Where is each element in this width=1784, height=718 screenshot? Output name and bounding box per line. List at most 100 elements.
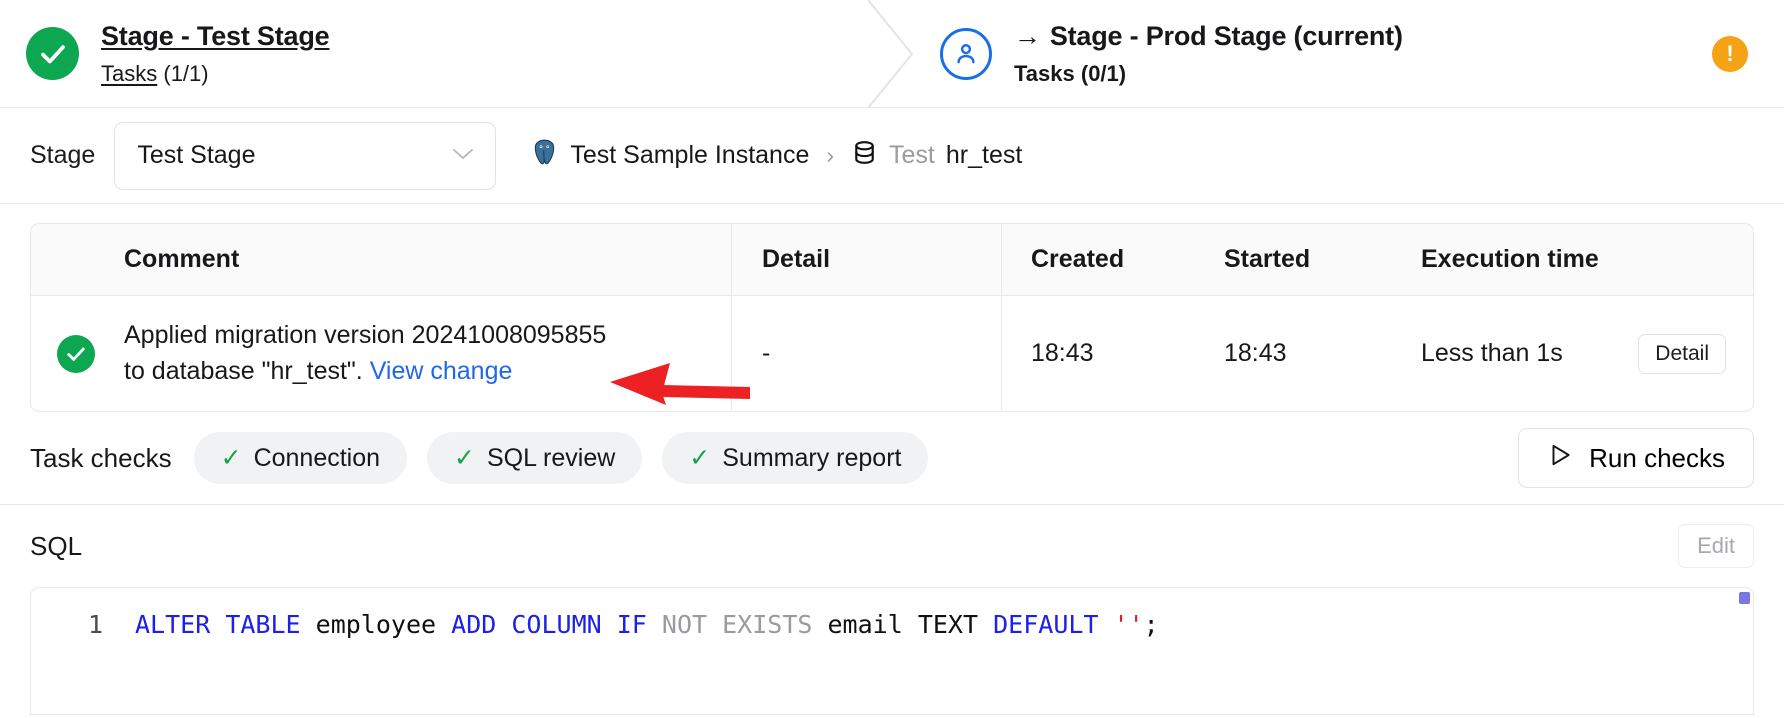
sql-token: employee: [315, 610, 437, 639]
stage-tasks-test: Tasks (1/1): [101, 60, 329, 88]
sql-editor[interactable]: 1 ALTER TABLE employee ADD COLUMN IF NOT…: [30, 587, 1754, 715]
table-header-detail: Detail: [731, 224, 1001, 295]
task-check-chip-connection-label: Connection: [253, 443, 381, 472]
task-checks-bar: Task checks ✓ Connection ✓ SQL review ✓ …: [0, 412, 1784, 505]
task-check-chip-summary-report-label: Summary report: [722, 443, 902, 472]
sql-token: TEXT: [917, 610, 979, 639]
breadcrumb-separator-icon: ›: [826, 142, 835, 168]
arrow-right-icon: →: [1014, 21, 1041, 52]
sql-section-header: SQL Edit: [0, 505, 1784, 587]
sql-token: ;: [1143, 610, 1159, 639]
stage-title-test[interactable]: Stage - Test Stage: [101, 19, 330, 54]
stage-tasks-prod: Tasks (0/1): [1014, 60, 1403, 88]
row-created-value: 18:43: [1031, 339, 1094, 367]
sql-token: IF: [616, 610, 647, 639]
run-checks-button-label: Run checks: [1589, 442, 1725, 473]
warning-badge[interactable]: !: [1712, 35, 1748, 72]
row-detail-value: -: [762, 339, 771, 367]
stage-segment-test[interactable]: Stage - Test Stage Tasks (1/1): [0, 0, 880, 107]
breadcrumb-db-name: hr_test: [945, 141, 1023, 169]
row-execution-time-value: Less than 1s: [1421, 339, 1563, 367]
stage-title-prod-text: Stage - Prod Stage (current): [1049, 21, 1403, 52]
table-header-row: Comment Detail Created Started Execution…: [31, 224, 1753, 296]
check-icon: ✓: [454, 443, 475, 472]
table-header-started: Started: [1224, 245, 1311, 273]
sql-token: EXISTS: [722, 610, 813, 639]
stage-segment-prod[interactable]: → Stage - Prod Stage (current) Tasks (0/1…: [880, 0, 1784, 107]
row-started: 18:43: [1196, 339, 1396, 368]
stage-header: Stage - Test Stage Tasks (1/1) → Stage - …: [0, 0, 1784, 109]
sql-code-content: ALTER TABLE employee ADD COLUMN IF NOT E…: [103, 610, 1159, 639]
row-comment-line2: to database "hr_test".: [124, 356, 370, 385]
check-icon: ✓: [689, 443, 711, 472]
postgres-elephant-icon: [530, 138, 559, 174]
table-header-comment: Comment: [124, 245, 240, 273]
table-header-created: Created: [1001, 224, 1196, 295]
sql-editor-scrollbar-thumb[interactable]: [1739, 592, 1750, 604]
breadcrumb-instance-label: Test Sample Instance: [570, 141, 810, 169]
breadcrumb-db-env: Test: [889, 141, 935, 169]
tasks-label-prod: Tasks: [1014, 60, 1075, 86]
tasks-link-test[interactable]: Tasks: [101, 61, 157, 86]
sql-token: email: [827, 610, 903, 639]
stage-text-prod: → Stage - Prod Stage (current) Tasks (0/1…: [1014, 19, 1403, 88]
database-icon: [851, 139, 878, 173]
detail-button[interactable]: Detail: [1638, 333, 1726, 374]
sql-token: ADD: [451, 610, 497, 639]
task-checks-label: Task checks: [30, 442, 172, 473]
sql-token: ALTER: [135, 610, 211, 639]
task-check-chip-summary-report[interactable]: ✓ Summary report: [662, 432, 929, 484]
task-table: Comment Detail Created Started Execution…: [30, 223, 1754, 412]
task-check-chip-connection[interactable]: ✓ Connection: [193, 432, 408, 484]
sql-token: COLUMN: [511, 610, 602, 639]
sql-code-line: 1 ALTER TABLE employee ADD COLUMN IF NOT…: [31, 588, 1753, 639]
sql-token: DEFAULT: [993, 610, 1099, 639]
check-icon: ✓: [220, 443, 242, 472]
user-circle-icon: [940, 27, 992, 80]
stage-select[interactable]: Test Stage: [114, 121, 497, 190]
stage-select-label: Stage: [30, 141, 96, 169]
sql-line-number: 1: [87, 610, 103, 639]
stage-title-prod: → Stage - Prod Stage (current): [1014, 19, 1403, 54]
stage-text-test: Stage - Test Stage Tasks (1/1): [101, 19, 330, 88]
task-check-chip-sql-review[interactable]: ✓ SQL review: [427, 432, 643, 484]
warning-badge-label: !: [1726, 40, 1734, 66]
sql-editor-scrollbar[interactable]: [1739, 592, 1750, 710]
stage-toolbar: Stage Test Stage Test Sample Instance › …: [0, 108, 1784, 204]
play-triangle-icon: [1547, 442, 1573, 475]
row-comment: Applied migration version 20241008095855…: [121, 318, 731, 389]
table-header-execution-time: Execution time: [1396, 245, 1753, 274]
row-detail: -: [731, 296, 1001, 411]
row-started-value: 18:43: [1224, 339, 1287, 367]
tasks-count-test: (1/1): [163, 60, 209, 86]
edit-button[interactable]: Edit: [1678, 524, 1754, 568]
run-checks-button[interactable]: Run checks: [1518, 428, 1754, 488]
task-check-chip-sql-review-label: SQL review: [487, 443, 616, 472]
sql-token: '': [1113, 610, 1144, 639]
sql-token: NOT: [661, 610, 708, 639]
chevron-down-icon: [451, 146, 475, 166]
view-change-link[interactable]: View change: [370, 357, 513, 385]
table-header-execution-time-label: Execution time: [1421, 245, 1599, 273]
breadcrumb-instance[interactable]: Test Sample Instance: [530, 138, 809, 174]
sql-token: TABLE: [225, 610, 301, 639]
breadcrumb-database[interactable]: Test hr_test: [851, 139, 1022, 173]
table-row[interactable]: Applied migration version 20241008095855…: [31, 296, 1753, 411]
tasks-count-prod: (0/1): [1080, 60, 1127, 86]
sql-label: SQL: [30, 530, 83, 561]
breadcrumb: Test Sample Instance › Test hr_test: [530, 138, 1022, 174]
check-circle-icon: [57, 334, 95, 373]
row-status: [31, 334, 121, 373]
row-created: 18:43: [1001, 296, 1196, 411]
row-execution-time: Less than 1s Detail: [1396, 333, 1753, 374]
